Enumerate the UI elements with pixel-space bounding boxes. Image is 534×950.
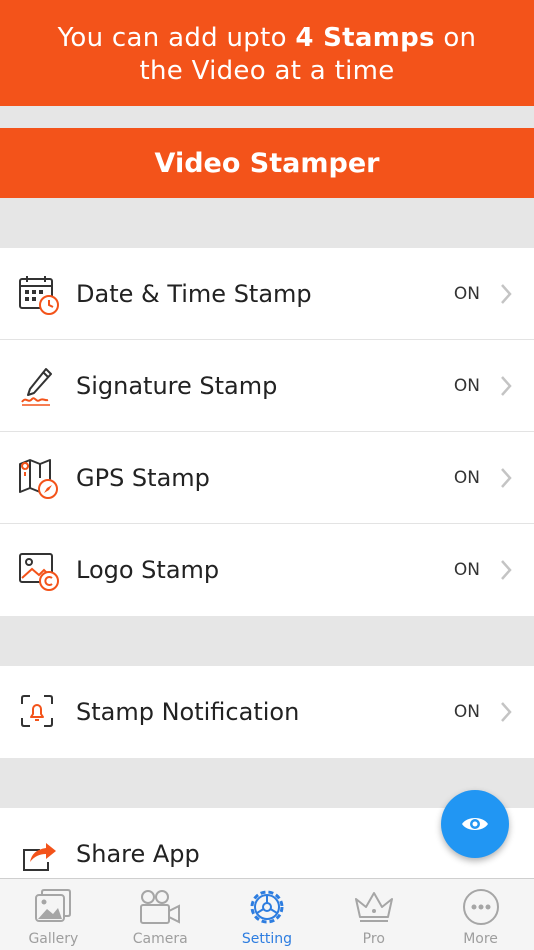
tab-label: More	[463, 931, 498, 947]
tab-camera[interactable]: Camera	[107, 879, 214, 950]
tab-label: Camera	[132, 931, 188, 947]
tab-label: Gallery	[28, 931, 79, 947]
promo-banner: You can add upto 4 Stamps on the Video a…	[0, 0, 534, 106]
status-value: ON	[453, 283, 480, 304]
row-label: Signature Stamp	[76, 371, 278, 400]
row-gps-stamp[interactable]: GPS Stamp ON	[0, 432, 534, 524]
promo-line-2: the Video at a time	[139, 56, 395, 86]
promo-line-1: You can add upto 4 Stamps on	[0, 22, 534, 55]
crown-icon	[354, 892, 393, 922]
chevron-right-icon	[501, 283, 512, 304]
preview-fab-button[interactable]	[441, 790, 509, 858]
tab-more[interactable]: More	[427, 879, 534, 950]
eye-icon	[462, 818, 488, 830]
row-label: Share App	[76, 840, 200, 868]
promo-text-end: on	[434, 23, 477, 53]
tab-setting[interactable]: Setting	[214, 879, 321, 950]
status-value: ON	[453, 702, 480, 722]
chevron-right-icon	[501, 467, 512, 488]
row-stamp-notification[interactable]: Stamp Notification ON	[0, 666, 534, 758]
chevron-right-icon	[501, 702, 512, 722]
image-copyright-icon	[19, 553, 59, 591]
tab-label: Setting	[241, 931, 293, 947]
row-signature-stamp[interactable]: Signature Stamp ON	[0, 340, 534, 432]
page-title: Video Stamper	[154, 147, 380, 179]
row-label: Date & Time Stamp	[76, 279, 312, 308]
row-date-time-stamp[interactable]: Date & Time Stamp ON	[0, 248, 534, 340]
calendar-clock-icon	[19, 276, 59, 315]
chevron-right-icon	[501, 375, 512, 396]
chevron-right-icon	[501, 560, 512, 580]
status-value: ON	[453, 560, 480, 580]
pen-signature-icon	[21, 368, 52, 406]
map-compass-icon	[19, 459, 58, 499]
bottom-tab-bar: Gallery Camera Setting Pro More	[0, 878, 534, 950]
notification-list: Stamp Notification ON	[0, 666, 534, 758]
tab-pro[interactable]: Pro	[320, 879, 427, 950]
tab-gallery[interactable]: Gallery	[0, 879, 107, 950]
bell-frame-icon	[21, 695, 53, 727]
gear-icon	[250, 890, 284, 924]
row-label: GPS Stamp	[76, 463, 210, 492]
promo-highlight: 4 Stamps	[295, 23, 435, 53]
share-arrow-icon	[23, 843, 56, 871]
more-dots-icon	[462, 889, 499, 925]
row-label: Stamp Notification	[76, 698, 300, 726]
video-camera-icon	[140, 890, 181, 924]
row-label: Logo Stamp	[76, 556, 220, 584]
gallery-icon	[35, 889, 72, 922]
row-logo-stamp[interactable]: Logo Stamp ON	[0, 524, 534, 616]
status-value: ON	[453, 467, 480, 488]
tab-label: Pro	[362, 931, 385, 947]
status-value: ON	[453, 375, 480, 396]
promo-text: You can add upto	[57, 23, 296, 53]
page-title-bar: Video Stamper	[0, 128, 534, 198]
stamp-list: Date & Time Stamp ON Signature Stamp ON …	[0, 248, 534, 616]
